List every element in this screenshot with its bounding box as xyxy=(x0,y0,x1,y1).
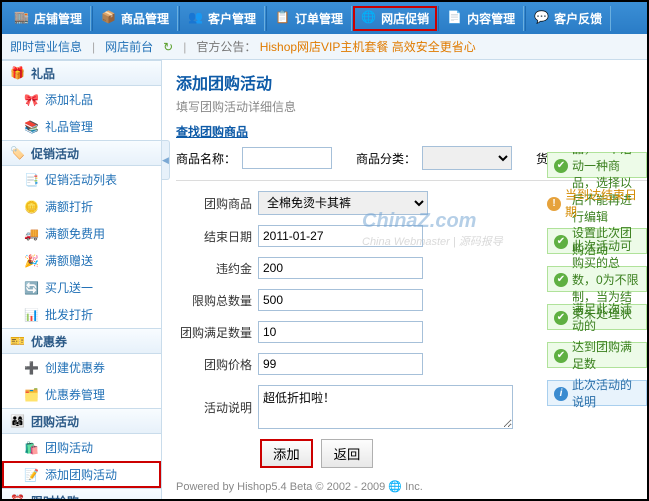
gift-icon: 🎁 xyxy=(10,66,25,80)
minqty-label: 团购满足数量 xyxy=(176,324,252,341)
sidebar-item-full-discount[interactable]: 🪙满额打折 xyxy=(2,193,161,220)
minqty-input[interactable] xyxy=(258,321,423,343)
subnav-realtime[interactable]: 即时营业信息 xyxy=(10,38,82,55)
search-name-label: 商品名称： xyxy=(176,150,236,167)
submit-button[interactable]: 添加 xyxy=(260,439,313,468)
customer-icon: 👥 xyxy=(188,10,204,26)
warn-icon xyxy=(547,195,561,211)
nav-customer[interactable]: 👥客户管理 xyxy=(179,6,265,31)
promo-group-icon: 🏷️ xyxy=(10,146,25,160)
search-category-select[interactable] xyxy=(422,146,512,170)
check-icon xyxy=(554,309,568,325)
page-subtitle: 填写团购活动详细信息 xyxy=(176,98,647,115)
sidebar-group-coupon[interactable]: 🎫优惠券 xyxy=(2,328,161,354)
goods-icon: 📦 xyxy=(101,10,117,26)
sidebar-collapse-handle[interactable]: ◀ xyxy=(162,140,170,180)
order-icon: 📋 xyxy=(275,10,291,26)
sidebar-item-create-coupon[interactable]: ➕创建优惠券 xyxy=(2,354,161,381)
sidebar-item-gift-send[interactable]: 🎉满额赠送 xyxy=(2,247,161,274)
right-hints: 选择此次团购活动的商品，一个活动一种商品，选择以后不能再进行编辑 当到达结束日期… xyxy=(547,152,647,418)
hint-end-date: 当到达结束日期 xyxy=(547,190,647,216)
sidebar-group-flash[interactable]: ⏰限时抢购 xyxy=(2,488,161,499)
check-icon xyxy=(554,347,568,363)
sidebar: 🎁礼品 🎀添加礼品 📚礼品管理 🏷️促销活动 📑促销活动列表 🪙满额打折 🚚满额… xyxy=(2,60,162,499)
gift-send-icon: 🎉 xyxy=(24,254,39,268)
free-ship-icon: 🚚 xyxy=(24,227,39,241)
gift-manage-icon: 📚 xyxy=(24,120,39,134)
nav-order[interactable]: 📋订单管理 xyxy=(266,6,352,31)
list-icon: 📑 xyxy=(24,173,39,187)
groupbuy-icon: 🛍️ xyxy=(24,441,39,455)
sidebar-group-gift[interactable]: 🎁礼品 xyxy=(2,60,161,86)
hint-minqty: 满足此次活动的 xyxy=(547,304,647,330)
hint-price: 达到团购满足数 xyxy=(547,342,647,368)
nav-goods[interactable]: 📦商品管理 xyxy=(92,6,178,31)
price-input[interactable] xyxy=(258,353,423,375)
sidebar-group-promo[interactable]: 🏷️促销活动 xyxy=(2,140,161,166)
discount-icon: 🪙 xyxy=(24,200,39,214)
search-name-input[interactable] xyxy=(242,147,332,169)
buy-give-icon: 🔄 xyxy=(24,281,39,295)
sidebar-item-coupon-manage[interactable]: 🗂️优惠券管理 xyxy=(2,381,161,408)
create-coupon-icon: ➕ xyxy=(24,361,39,375)
sidebar-item-free-ship[interactable]: 🚚满额免费用 xyxy=(2,220,161,247)
main-content: ChinaZ.com China Webmaster | 源码报导 添加团购活动… xyxy=(162,60,647,499)
product-label: 团购商品 xyxy=(176,195,252,212)
penalty-input[interactable] xyxy=(258,257,423,279)
nav-promo[interactable]: 🌐网店促销 xyxy=(353,6,437,31)
check-icon xyxy=(554,271,568,287)
product-select[interactable]: 全棉免烫卡其裤 xyxy=(258,191,428,215)
desc-textarea[interactable]: 超低折扣啦！ xyxy=(258,385,513,429)
desc-label: 活动说明 xyxy=(176,385,252,416)
sidebar-item-groupbuy[interactable]: 🛍️团购活动 xyxy=(2,434,161,461)
back-button[interactable]: 返回 xyxy=(321,439,374,468)
nav-feedback[interactable]: 💬客户反馈 xyxy=(525,6,611,31)
sub-nav: 即时营业信息 | 网店前台 ↻ | 官方公告： Hishop网店VIP主机套餐 … xyxy=(2,34,647,60)
end-date-input[interactable] xyxy=(258,225,423,247)
info-icon xyxy=(554,385,568,401)
refresh-icon[interactable]: ↻ xyxy=(163,40,173,54)
coupon-group-icon: 🎫 xyxy=(10,334,25,348)
page-title: 添加团购活动 xyxy=(176,70,647,94)
sidebar-item-gift-manage[interactable]: 📚礼品管理 xyxy=(2,113,161,140)
nav-store[interactable]: 🏬店铺管理 xyxy=(6,6,91,31)
footer: Powered by Hishop5.4 Beta © 2002 - 2009 … xyxy=(176,480,647,493)
nav-content[interactable]: 📄内容管理 xyxy=(438,6,524,31)
promo-icon: 🌐 xyxy=(361,10,377,26)
check-icon xyxy=(554,157,568,173)
penalty-label: 违约金 xyxy=(176,260,252,277)
price-label: 团购价格 xyxy=(176,356,252,373)
wholesale-icon: 📊 xyxy=(24,308,39,322)
feedback-icon: 💬 xyxy=(534,10,550,26)
limit-input[interactable] xyxy=(258,289,423,311)
sidebar-item-wholesale[interactable]: 📊批发打折 xyxy=(2,301,161,328)
hint-limit: 此次活动可购买的总数，0为不限制，当为结束未处理状 xyxy=(547,266,647,292)
add-gift-icon: 🎀 xyxy=(24,93,39,107)
limit-label: 限购总数量 xyxy=(176,292,252,309)
sidebar-group-groupbuy[interactable]: 👨‍👩‍👧团购活动 xyxy=(2,408,161,434)
top-nav: 🏬店铺管理 📦商品管理 👥客户管理 📋订单管理 🌐网店促销 📄内容管理 💬客户反… xyxy=(2,2,647,34)
end-date-label: 结束日期 xyxy=(176,228,252,245)
check-icon xyxy=(554,233,568,249)
search-groupbuy-title: 查找团购商品 xyxy=(176,123,647,140)
store-icon: 🏬 xyxy=(14,10,30,26)
sidebar-item-add-groupbuy[interactable]: 📝添加团购活动 xyxy=(2,461,161,488)
search-category-label: 商品分类： xyxy=(356,150,416,167)
flash-group-icon: ⏰ xyxy=(10,494,25,499)
add-groupbuy-icon: 📝 xyxy=(24,468,39,482)
hint-product: 选择此次团购活动的商品，一个活动一种商品，选择以后不能再进行编辑 xyxy=(547,152,647,178)
announcement: 官方公告： Hishop网店VIP主机套餐 高效安全更省心 xyxy=(196,38,475,55)
sidebar-item-add-gift[interactable]: 🎀添加礼品 xyxy=(2,86,161,113)
hint-desc: 此次活动的说明 xyxy=(547,380,647,406)
sidebar-item-buy-give[interactable]: 🔄买几送一 xyxy=(2,274,161,301)
content-icon: 📄 xyxy=(447,10,463,26)
sidebar-item-promo-list[interactable]: 📑促销活动列表 xyxy=(2,166,161,193)
groupbuy-group-icon: 👨‍👩‍👧 xyxy=(10,414,25,428)
subnav-frontend[interactable]: 网店前台 xyxy=(105,38,153,55)
coupon-manage-icon: 🗂️ xyxy=(24,388,39,402)
